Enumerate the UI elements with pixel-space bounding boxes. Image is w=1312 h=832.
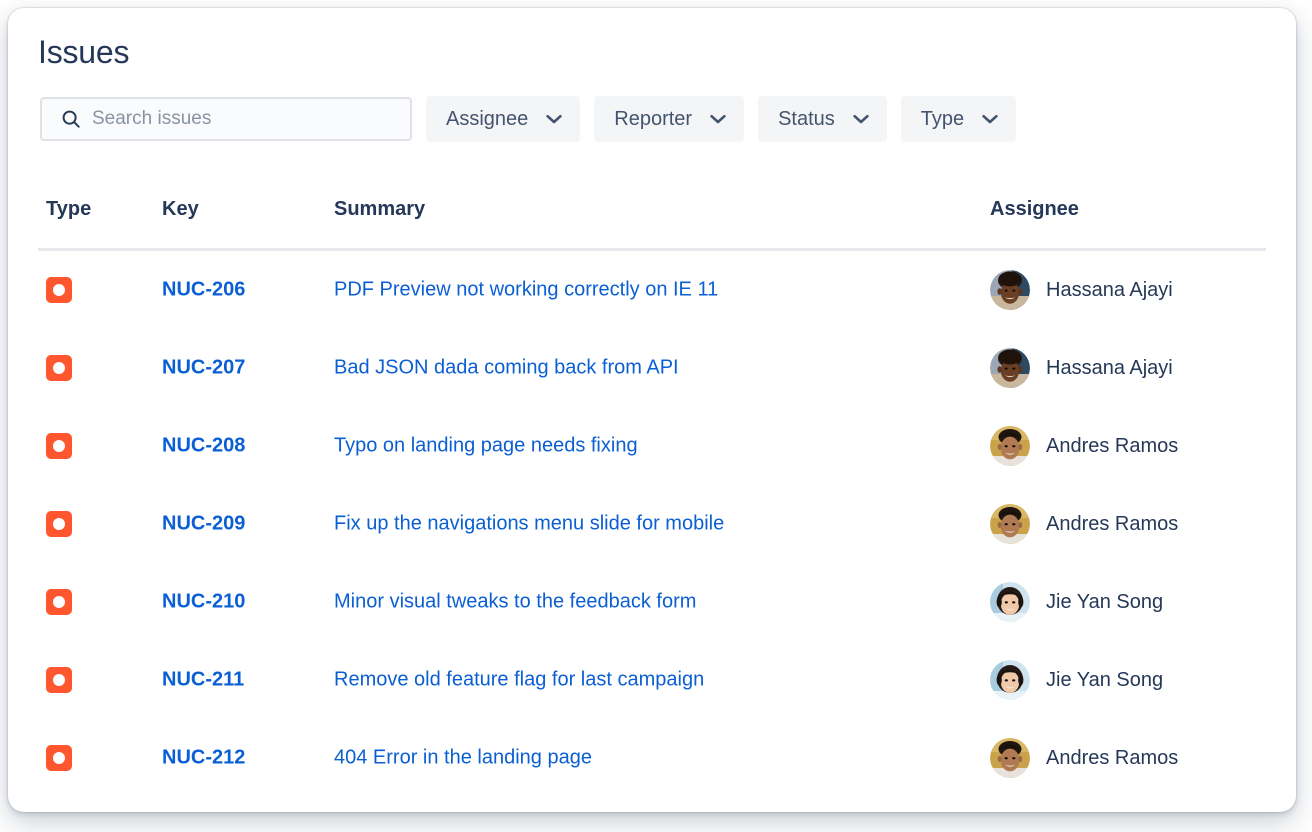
issue-summary-cell: Minor visual tweaks to the feedback form — [334, 591, 696, 614]
issue-type-cell — [46, 589, 72, 615]
column-header-type: Type — [46, 198, 91, 221]
issue-key-cell: NUC-206 — [162, 279, 245, 302]
issue-summary-link[interactable]: PDF Preview not working correctly on IE … — [334, 279, 718, 302]
issue-summary-cell: 404 Error in the landing page — [334, 747, 592, 770]
issue-assignee-cell: Andres Ramos — [990, 504, 1178, 544]
issue-summary-link[interactable]: 404 Error in the landing page — [334, 747, 592, 770]
chevron-down-icon — [710, 114, 726, 124]
avatar — [990, 270, 1030, 310]
avatar — [990, 348, 1030, 388]
table-row[interactable]: NUC-207 Bad JSON dada coming back from AP… — [38, 329, 1266, 407]
assignee-name: Hassana Ajayi — [1046, 279, 1173, 302]
issue-assignee-cell: Andres Ramos — [990, 738, 1178, 778]
issue-key-cell: NUC-207 — [162, 357, 245, 380]
bug-icon — [46, 589, 72, 615]
chevron-down-icon — [853, 114, 869, 124]
issue-key-link[interactable]: NUC-208 — [162, 435, 245, 458]
issue-summary-cell: PDF Preview not working correctly on IE … — [334, 279, 718, 302]
issue-summary-cell: Fix up the navigations menu slide for mo… — [334, 513, 724, 536]
issue-summary-cell: Bad JSON dada coming back from API — [334, 357, 679, 380]
assignee-name: Andres Ramos — [1046, 513, 1178, 536]
issue-key-link[interactable]: NUC-210 — [162, 591, 245, 614]
issue-key-link[interactable]: NUC-212 — [162, 747, 245, 770]
filter-type-button[interactable]: Type — [901, 96, 1016, 142]
issue-key-cell: NUC-208 — [162, 435, 245, 458]
chevron-down-icon — [546, 114, 562, 124]
table-row[interactable]: NUC-211 Remove old feature flag for last … — [38, 641, 1266, 719]
bug-icon — [46, 433, 72, 459]
table-row[interactable]: NUC-208 Typo on landing page needs fixing… — [38, 407, 1266, 485]
issues-table: Type Key Summary Assignee NUC-206 PDF Pre… — [8, 196, 1296, 797]
avatar — [990, 738, 1030, 778]
issue-summary-link[interactable]: Fix up the navigations menu slide for mo… — [334, 513, 724, 536]
bug-icon — [46, 277, 72, 303]
issue-key-cell: NUC-210 — [162, 591, 245, 614]
issue-type-cell — [46, 433, 72, 459]
issue-key-link[interactable]: NUC-211 — [162, 669, 244, 692]
column-header-summary: Summary — [334, 198, 425, 221]
filter-bar: Assignee Reporter Status Type — [40, 96, 1016, 142]
assignee-name: Jie Yan Song — [1046, 591, 1163, 614]
bug-icon — [46, 511, 72, 537]
assignee-name: Andres Ramos — [1046, 435, 1178, 458]
issue-key-cell: NUC-209 — [162, 513, 245, 536]
issue-summary-link[interactable]: Typo on landing page needs fixing — [334, 435, 638, 458]
issue-assignee-cell: Jie Yan Song — [990, 582, 1163, 622]
search-input-wrapper[interactable] — [40, 97, 412, 141]
issue-type-cell — [46, 355, 72, 381]
assignee-name: Hassana Ajayi — [1046, 357, 1173, 380]
table-body: NUC-206 PDF Preview not working correctly… — [8, 251, 1296, 797]
avatar — [990, 582, 1030, 622]
bug-icon — [46, 667, 72, 693]
issue-summary-cell: Typo on landing page needs fixing — [334, 435, 638, 458]
issues-card: Issues Assignee Reporter Status — [8, 8, 1296, 812]
table-row[interactable]: NUC-206 PDF Preview not working correctly… — [38, 251, 1266, 329]
assignee-name: Jie Yan Song — [1046, 669, 1163, 692]
issue-assignee-cell: Andres Ramos — [990, 426, 1178, 466]
column-header-assignee: Assignee — [990, 198, 1079, 221]
table-row[interactable]: NUC-210 Minor visual tweaks to the feedba… — [38, 563, 1266, 641]
issue-type-cell — [46, 277, 72, 303]
issue-type-cell — [46, 511, 72, 537]
page-title: Issues — [38, 32, 129, 72]
issue-summary-link[interactable]: Minor visual tweaks to the feedback form — [334, 591, 696, 614]
bug-icon — [46, 745, 72, 771]
filter-assignee-button[interactable]: Assignee — [426, 96, 580, 142]
issue-summary-link[interactable]: Remove old feature flag for last campaig… — [334, 669, 704, 692]
issue-summary-cell: Remove old feature flag for last campaig… — [334, 669, 704, 692]
issue-key-link[interactable]: NUC-207 — [162, 357, 245, 380]
issue-type-cell — [46, 667, 72, 693]
column-header-key: Key — [162, 198, 199, 221]
issue-assignee-cell: Jie Yan Song — [990, 660, 1163, 700]
avatar — [990, 660, 1030, 700]
filter-status-button[interactable]: Status — [758, 96, 887, 142]
filter-reporter-label: Reporter — [614, 109, 692, 129]
table-row[interactable]: NUC-209 Fix up the navigations menu slide… — [38, 485, 1266, 563]
filter-reporter-button[interactable]: Reporter — [594, 96, 744, 142]
bug-icon — [46, 355, 72, 381]
issue-type-cell — [46, 745, 72, 771]
issue-assignee-cell: Hassana Ajayi — [990, 348, 1173, 388]
issue-assignee-cell: Hassana Ajayi — [990, 270, 1173, 310]
filter-type-label: Type — [921, 109, 964, 129]
avatar — [990, 426, 1030, 466]
filter-status-label: Status — [778, 109, 835, 129]
assignee-name: Andres Ramos — [1046, 747, 1178, 770]
issue-key-cell: NUC-211 — [162, 669, 244, 692]
issue-key-link[interactable]: NUC-206 — [162, 279, 245, 302]
issue-summary-link[interactable]: Bad JSON dada coming back from API — [334, 357, 679, 380]
avatar — [990, 504, 1030, 544]
search-icon — [60, 108, 82, 130]
search-input[interactable] — [92, 108, 398, 130]
table-row[interactable]: NUC-212 404 Error in the landing page Andr… — [38, 719, 1266, 797]
issue-key-cell: NUC-212 — [162, 747, 245, 770]
issue-key-link[interactable]: NUC-209 — [162, 513, 245, 536]
table-header-row: Type Key Summary Assignee — [38, 196, 1266, 251]
filter-assignee-label: Assignee — [446, 109, 528, 129]
chevron-down-icon — [982, 114, 998, 124]
